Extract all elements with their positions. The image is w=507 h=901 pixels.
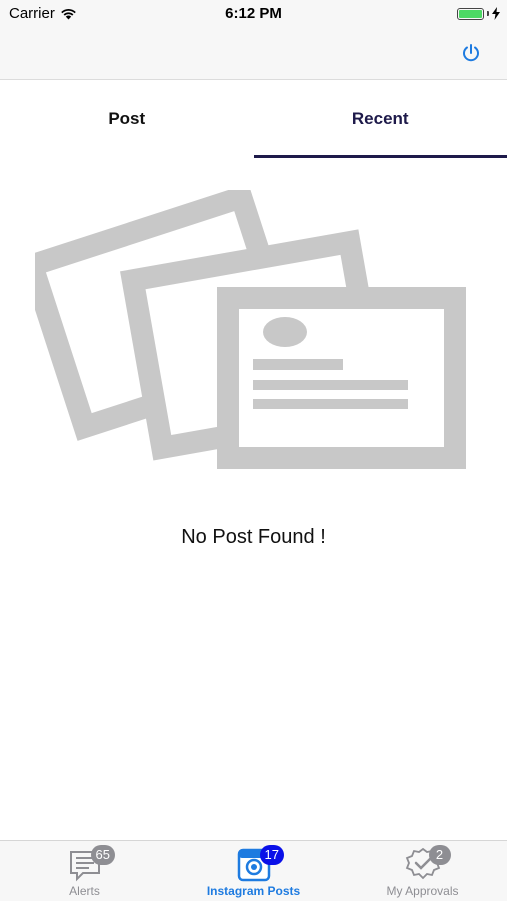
bottom-tab-bar: 65 Alerts 17 Instagram Posts 2 My Approv… (0, 840, 507, 901)
no-posts-illustration (35, 190, 475, 470)
tabbar-label-my-approvals: My Approvals (386, 884, 458, 898)
tab-recent-label: Recent (352, 109, 409, 129)
tabbar-label-alerts: Alerts (69, 884, 100, 898)
top-bar: Carrier 6:12 PM (0, 0, 507, 80)
tab-recent[interactable]: Recent (254, 80, 507, 158)
tab-post[interactable]: Post (0, 80, 254, 158)
tabbar-item-my-approvals[interactable]: 2 My Approvals (338, 841, 507, 901)
tabbar-label-instagram-posts: Instagram Posts (207, 884, 300, 898)
tabbar-item-alerts[interactable]: 65 Alerts (0, 841, 169, 901)
charging-bolt-icon (492, 7, 500, 20)
power-icon (461, 43, 481, 63)
approvals-badge: 2 (429, 845, 451, 865)
instagram-posts-badge: 17 (260, 845, 284, 865)
battery-tip (487, 11, 489, 16)
tabbar-item-instagram-posts[interactable]: 17 Instagram Posts (169, 841, 338, 901)
photo-card-front (228, 298, 455, 458)
empty-state-message: No Post Found ! (0, 526, 507, 549)
battery-icon (457, 8, 484, 20)
segment-tabs: Post Recent (0, 80, 507, 158)
tab-post-label: Post (108, 109, 145, 129)
battery-indicator (457, 7, 500, 20)
status-time: 6:12 PM (0, 5, 507, 22)
alerts-badge: 65 (91, 845, 115, 865)
status-bar: Carrier 6:12 PM (0, 0, 507, 28)
power-button[interactable] (459, 41, 483, 65)
